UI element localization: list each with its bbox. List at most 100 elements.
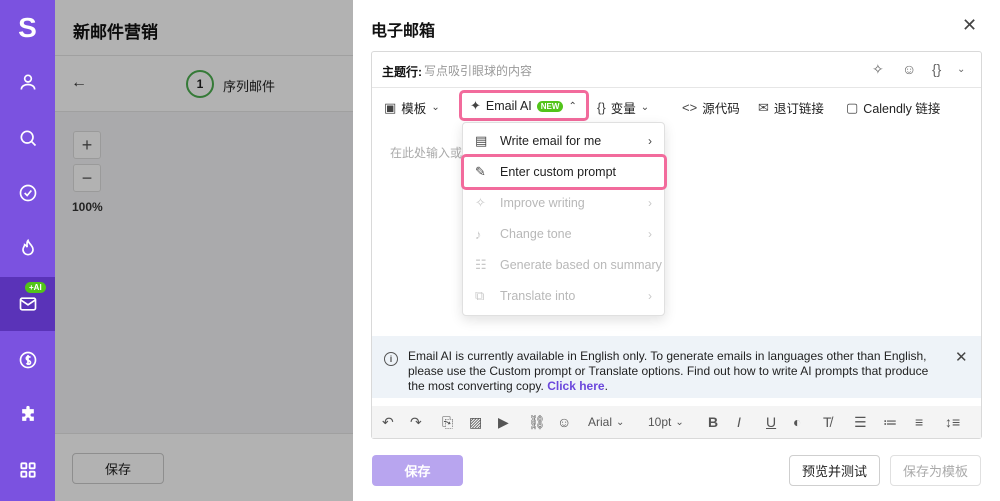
emoji-icon[interactable]: ☺ xyxy=(902,61,916,77)
subject-label: 主题行: xyxy=(382,65,422,79)
image-icon[interactable]: ▨ xyxy=(469,414,482,431)
email-ai-dropdown: ▤ Write email for me › ✎ Enter custom pr… xyxy=(462,122,665,316)
chevron-right-icon: › xyxy=(648,134,652,148)
variables-braces-icon[interactable]: {} xyxy=(932,61,941,77)
subject-row: 主题行: ✧ ☺ {} ⌄ xyxy=(372,52,981,88)
line-height-icon[interactable]: ↕≡ xyxy=(945,414,960,430)
save-button[interactable]: 保存 xyxy=(372,455,463,486)
dd-change-tone: ♪ Change tone › xyxy=(463,220,666,248)
nav-apps[interactable] xyxy=(0,443,55,497)
link-icon[interactable]: ⛓ xyxy=(528,414,546,431)
check-circle-icon xyxy=(19,184,36,202)
braces-icon: {} xyxy=(597,100,606,115)
document-icon: ▤ xyxy=(475,133,488,148)
nav-tasks[interactable] xyxy=(0,166,55,220)
undo-icon[interactable]: ↶ xyxy=(382,414,394,431)
align-icon[interactable]: ≡ xyxy=(915,414,923,430)
emoji-icon[interactable]: ☺ xyxy=(557,414,571,430)
puzzle-icon xyxy=(21,405,34,421)
dd-generate-summary: ☷ Generate based on summary xyxy=(463,251,666,279)
dollar-icon xyxy=(19,351,36,369)
magic-wand-icon[interactable]: ✧ xyxy=(872,61,884,78)
video-icon[interactable]: ▶ xyxy=(498,414,509,431)
dd-translate: ⧉ Translate into › xyxy=(463,282,666,310)
template-icon: ▣ xyxy=(384,99,397,115)
mail-icon xyxy=(19,297,36,311)
email-ai-highlight xyxy=(459,90,589,121)
modal-overlay[interactable] xyxy=(55,0,353,501)
bold-icon[interactable]: B xyxy=(708,414,718,430)
info-icon: i xyxy=(384,352,398,366)
clear-format-icon[interactable]: T̸ xyxy=(823,414,832,430)
underline-icon[interactable]: U xyxy=(766,414,776,430)
template-label: 模板 xyxy=(401,102,427,116)
left-nav: S +AI xyxy=(0,0,55,501)
variables-button[interactable]: {} 变量 ⌄ xyxy=(597,98,649,117)
search-icon xyxy=(20,130,36,147)
redo-icon[interactable]: ↷ xyxy=(410,414,422,431)
font-family-value: Arial xyxy=(588,415,613,429)
calendly-link-button[interactable]: ▢ Calendly 链接 xyxy=(846,98,940,117)
microphone-icon: ♪ xyxy=(475,226,482,242)
chevron-down-icon[interactable]: ⌄ xyxy=(957,64,965,75)
dd-label: Translate into xyxy=(500,289,576,303)
panel-title: 电子邮箱 xyxy=(371,23,436,40)
info-banner: i Email AI is currently available in Eng… xyxy=(372,336,981,398)
close-icon[interactable]: ✕ xyxy=(955,348,968,366)
nav-billing[interactable] xyxy=(0,333,55,387)
chevron-right-icon: › xyxy=(648,227,652,241)
nav-contacts[interactable] xyxy=(0,55,55,109)
sparkle-icon: ✧ xyxy=(475,195,486,210)
translate-icon: ⧉ xyxy=(475,288,485,303)
ai-badge: +AI xyxy=(25,282,46,293)
variables-label: 变量 xyxy=(610,102,636,116)
mail-icon: ✉ xyxy=(758,99,769,115)
calendly-label: Calendly 链接 xyxy=(863,102,941,116)
nav-search[interactable] xyxy=(0,111,55,165)
body-placeholder: 在此处输入或 xyxy=(390,146,463,160)
nav-integrations[interactable] xyxy=(0,388,55,442)
code-icon: <> xyxy=(682,100,698,115)
source-code-label: 源代码 xyxy=(702,102,740,116)
chevron-down-icon: ⌄ xyxy=(431,102,440,113)
attachment-icon[interactable]: ⎘ xyxy=(442,414,453,431)
summary-icon: ☷ xyxy=(475,257,487,272)
chevron-down-icon: ⌄ xyxy=(640,102,650,113)
template-button[interactable]: ▣ 模板 ⌄ xyxy=(384,98,440,117)
dd-label: Change tone xyxy=(500,227,572,241)
dd-improve-writing: ✧ Improve writing › xyxy=(463,189,666,217)
source-code-button[interactable]: <> 源代码 xyxy=(682,98,740,117)
subject-input[interactable] xyxy=(424,60,854,82)
preview-test-button[interactable]: 预览并测试 xyxy=(789,455,880,486)
numbered-list-icon[interactable]: ≔ xyxy=(883,414,897,431)
calendar-icon: ▢ xyxy=(846,99,859,115)
unsubscribe-link-button[interactable]: ✉ 退订链接 xyxy=(758,98,824,117)
chevron-right-icon: › xyxy=(648,196,652,210)
font-family-select[interactable]: Arial ⌄ xyxy=(588,415,624,429)
save-template-button[interactable]: 保存为模板 xyxy=(890,455,981,486)
italic-icon[interactable]: I xyxy=(737,414,741,430)
click-here-link[interactable]: Click here xyxy=(547,379,604,393)
chevron-right-icon: › xyxy=(648,289,652,303)
user-icon xyxy=(20,74,35,90)
nav-deals[interactable] xyxy=(0,221,55,275)
format-toolbar: ↶ ↷ ⎘ ▨ ▶ ⛓ ☺ Arial ⌄ 10pt ⌄ B I U ◐ T̸ … xyxy=(372,406,981,438)
info-suffix: . xyxy=(604,379,608,393)
dd-label: Write email for me xyxy=(500,134,602,148)
chevron-down-icon: ⌄ xyxy=(616,416,625,428)
info-message: Email AI is currently available in Engli… xyxy=(408,349,929,393)
app-logo[interactable]: S xyxy=(0,8,55,48)
close-icon[interactable]: ✕ xyxy=(962,15,977,36)
dd-write-email[interactable]: ▤ Write email for me › xyxy=(463,127,666,155)
flame-icon xyxy=(21,238,34,256)
unsubscribe-label: 退订链接 xyxy=(773,102,824,116)
dd-label: Generate based on summary xyxy=(500,258,662,272)
bullet-list-icon[interactable]: ☰ xyxy=(854,414,867,431)
color-palette-icon[interactable]: ◐ xyxy=(793,414,801,430)
dd-label: Improve writing xyxy=(500,196,585,210)
nav-email[interactable]: +AI xyxy=(0,277,55,331)
info-text: Email AI is currently available in Engli… xyxy=(408,349,948,394)
font-size-value: 10pt xyxy=(648,415,672,429)
email-panel: 电子邮箱 ✕ 主题行: ✧ ☺ {} ⌄ ▣ 模板 ⌄ ✦ Email AI N… xyxy=(353,0,1000,501)
font-size-select[interactable]: 10pt ⌄ xyxy=(648,415,684,429)
